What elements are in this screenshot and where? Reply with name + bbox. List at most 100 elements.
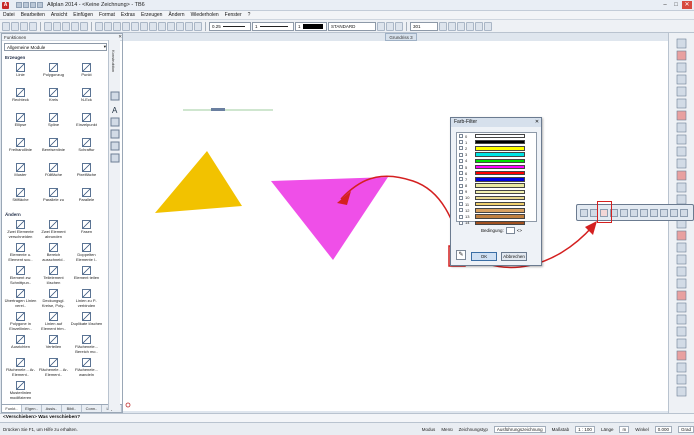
dialog-close-icon[interactable]: ✕	[533, 118, 541, 127]
format-select[interactable]: 301	[410, 21, 438, 31]
tool-explode[interactable]: Polygone in Einzellinien..	[4, 310, 37, 332]
menu-item[interactable]: ?	[248, 12, 251, 18]
right-tool-26[interactable]	[676, 338, 687, 349]
ok-button[interactable]: OK	[471, 252, 497, 261]
tool-parallel-lines[interactable]: Parallele	[70, 186, 103, 210]
tool-delete-part[interactable]: Teilelement löschen	[37, 264, 70, 286]
menu-item[interactable]: Fenster	[225, 12, 242, 18]
right-tool-13[interactable]	[676, 182, 687, 193]
panel-tab[interactable]: Eigen..	[22, 405, 42, 412]
tool-area-modify[interactable]: Flächenele... Bereich mo..	[70, 333, 103, 355]
menu-item[interactable]: Ansicht	[51, 12, 67, 18]
new-icon[interactable]	[16, 2, 22, 8]
tool-contour[interactable]: Bereisenlinie	[37, 136, 70, 160]
tool-line[interactable]: Linie	[4, 61, 37, 85]
pick-color-button[interactable]: ✎	[456, 250, 466, 260]
tool-single-point[interactable]: Einzelpunkt	[70, 111, 103, 135]
color-checkbox[interactable]	[459, 146, 463, 151]
right-tool-22[interactable]	[676, 290, 687, 301]
side-tool-2[interactable]	[110, 117, 120, 127]
right-tool-28[interactable]	[676, 362, 687, 373]
color-row[interactable]: 3	[457, 152, 536, 158]
color-row[interactable]: 11	[457, 201, 536, 207]
tool-trim[interactable]: Elemente u. Element scu..	[4, 241, 37, 263]
tool-congruent[interactable]: Deckungsgl. Kreise, Poly..	[37, 287, 70, 309]
text-tool-icon[interactable]: A	[112, 106, 118, 115]
color-row[interactable]: 7	[457, 176, 536, 182]
scroll-thumb[interactable]	[211, 108, 225, 111]
regenerate-button[interactable]	[131, 21, 139, 31]
tool-split[interactable]: Element teilen	[70, 264, 103, 286]
open-icon[interactable]	[23, 2, 29, 8]
tool-parallel[interactable]: Parallele zu	[37, 186, 70, 210]
menu-item[interactable]: Extras	[121, 12, 135, 18]
format-button-2[interactable]	[448, 21, 456, 31]
menu-label[interactable]: Menü	[441, 427, 452, 432]
tool-between[interactable]: Element zw. Schnittpun..	[4, 264, 37, 286]
color-row[interactable]: 4	[457, 158, 536, 164]
condition-select[interactable]	[505, 227, 515, 234]
tool-point[interactable]: Punkt	[70, 61, 103, 85]
tool-style-area[interactable]: Stilfläche	[4, 186, 37, 210]
right-tool-8[interactable]	[676, 122, 687, 133]
color-checkbox[interactable]	[459, 202, 463, 207]
color-checkbox[interactable]	[459, 165, 463, 170]
filter-tool-1[interactable]	[580, 208, 588, 217]
save-icon[interactable]	[30, 2, 36, 8]
color-checkbox[interactable]	[459, 220, 463, 225]
filter-tool-10[interactable]	[670, 208, 678, 217]
mode-label[interactable]: Modus	[422, 427, 436, 432]
right-tool-30[interactable]	[676, 386, 687, 397]
redo-button[interactable]	[53, 21, 61, 31]
layer-settings-button[interactable]	[377, 21, 385, 31]
filter-tool-6[interactable]	[630, 208, 638, 217]
color-row[interactable]: 9	[457, 189, 536, 195]
menu-item[interactable]: Wiederholen	[191, 12, 219, 18]
filter-tool-11[interactable]	[680, 208, 688, 217]
color-row[interactable]: 10	[457, 195, 536, 201]
tool-spline[interactable]: Spline	[37, 111, 70, 135]
panel-tab[interactable]: Assis..	[42, 405, 62, 412]
format-button-1[interactable]	[439, 21, 447, 31]
right-tool-12[interactable]	[676, 170, 687, 181]
snap-button[interactable]	[140, 21, 148, 31]
tool-area-convert[interactable]: Flächenele... wandeln	[70, 356, 103, 378]
tool-ellipse[interactable]: Ellipse	[4, 111, 37, 135]
right-tool-2[interactable]	[676, 50, 687, 61]
panel-tab[interactable]: Funkt..	[2, 405, 22, 412]
right-tool-25[interactable]	[676, 326, 687, 337]
magenta-triangle[interactable]	[271, 177, 388, 260]
minimize-button[interactable]: –	[660, 1, 670, 9]
right-tool-7[interactable]	[676, 110, 687, 121]
color-row[interactable]: 1	[457, 139, 536, 145]
length-value[interactable]: m	[619, 425, 630, 433]
ortho-button[interactable]	[158, 21, 166, 31]
right-tool-5[interactable]	[676, 86, 687, 97]
tool-join[interactable]: Linien zu P.. verbinden	[70, 287, 103, 309]
menu-item[interactable]: Bearbeiten	[21, 12, 45, 18]
close-button[interactable]: ✕	[682, 1, 692, 9]
cancel-button[interactable]: Abbrechen	[501, 252, 527, 261]
format-button-6[interactable]	[484, 21, 492, 31]
tool-area-element2[interactable]: Flächenele... Ar-Element..	[37, 356, 70, 378]
print-button[interactable]	[29, 21, 37, 31]
tool-intersect[interactable]: Zwei Elemente verschneiden	[4, 218, 37, 240]
right-tool-17[interactable]	[676, 230, 687, 241]
tool-cut-area[interactable]: Bereich ausschneid..	[37, 241, 70, 263]
fill-button[interactable]	[167, 21, 175, 31]
color-checkbox[interactable]	[459, 134, 463, 139]
format-button-5[interactable]	[475, 21, 483, 31]
zoom-button[interactable]	[113, 21, 121, 31]
module-select[interactable]: Allgemeine Module ▾	[4, 43, 107, 51]
right-tool-24[interactable]	[676, 314, 687, 325]
color-checkbox[interactable]	[459, 158, 463, 163]
color-checkbox[interactable]	[459, 171, 463, 176]
right-tool-1[interactable]	[676, 38, 687, 49]
color-row[interactable]: 0	[457, 133, 536, 139]
tool-duplicate[interactable]: Doppelten Elemente l..	[70, 241, 103, 263]
menu-item[interactable]: Einfügen	[73, 12, 93, 18]
right-tool-23[interactable]	[676, 302, 687, 313]
save-button[interactable]	[20, 21, 28, 31]
right-tool-18[interactable]	[676, 242, 687, 253]
right-tool-9[interactable]	[676, 134, 687, 145]
